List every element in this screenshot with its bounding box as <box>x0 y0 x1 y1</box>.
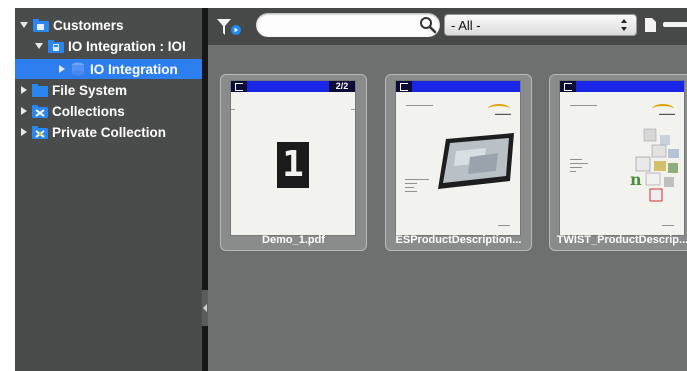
company-logo-icon: ▬▬▬▬ <box>659 111 675 116</box>
app-window: Customers IO Integration : IOI IO Integr… <box>15 8 687 371</box>
tree-item-label: Collections <box>52 103 125 119</box>
filter-dropdown-value: - All - <box>451 18 481 33</box>
search-icon[interactable] <box>419 16 437 34</box>
document-name: ESProductDescription... <box>395 234 522 246</box>
document-thumbnail: ▬▬▬▬▬▬▬▬▬ ▬▬▬▬ ▬▬▬▬ ▬▬▬▬▬▬ ▬▬▬▬ ▬▬ n ▬▬▬… <box>560 81 684 235</box>
search-input[interactable] <box>268 16 412 36</box>
updown-arrows-icon <box>621 19 627 31</box>
disclosure-collapsed-icon[interactable] <box>21 86 27 94</box>
tree-item-file-system[interactable]: File System <box>15 80 202 100</box>
document-thumbnail: 2/2 1 <box>231 81 355 235</box>
tree-item-customers[interactable]: Customers <box>15 15 202 35</box>
tree-item-io-integration[interactable]: IO Integration <box>15 59 202 79</box>
page-glyph: 1 <box>277 142 309 188</box>
tree-item-label: Customers <box>53 17 124 33</box>
svg-text:n: n <box>630 170 642 189</box>
database-icon <box>70 62 86 76</box>
company-logo-icon: ▬▬▬▬ <box>495 111 511 116</box>
page-text-block: ▬▬▬▬▬▬▬▬▬ <box>406 103 433 107</box>
document-tile[interactable]: 2/2 1 Demo_1.pdf <box>220 74 367 251</box>
page-footer: ▬▬▬▬ <box>498 223 510 227</box>
file-type-icon <box>560 81 576 92</box>
tree-item-label: File System <box>52 82 128 98</box>
thumbnail-header <box>396 81 520 92</box>
disclosure-expanded-icon[interactable] <box>20 22 28 28</box>
document-tile[interactable]: ▬▬▬▬▬▬▬▬▬ ▬▬▬▬ ▬▬▬▬ ▬▬▬▬▬▬ ▬▬▬▬ ▬▬ n ▬▬▬… <box>549 74 687 251</box>
page-text-block: ▬▬▬▬▬▬▬▬▬ <box>570 103 597 107</box>
tree-item-collections[interactable]: Collections <box>15 101 202 121</box>
collage-image-icon: n <box>630 128 679 202</box>
tree-item-io-integration-ioi[interactable]: IO Integration : IOI <box>15 36 202 56</box>
page-count-badge: 2/2 <box>329 81 355 92</box>
integration-folder-icon <box>48 39 64 53</box>
disclosure-collapsed-icon[interactable] <box>59 65 65 73</box>
document-name: Demo_1.pdf <box>262 234 325 246</box>
file-type-icon <box>396 81 412 92</box>
file-type-icon <box>231 81 247 92</box>
collections-folder-icon <box>32 104 48 118</box>
tree-item-label: IO Integration : IOI <box>68 38 186 54</box>
tree-item-private-collection[interactable]: Private Collection <box>15 122 202 142</box>
page-footer: ▬▬▬▬ <box>662 223 674 227</box>
document-thumbnail: ▬▬▬▬▬▬▬▬▬ ▬▬▬▬ ▬▬▬▬▬▬▬▬ ▬▬▬▬ ▬▬▬ ▬▬▬▬ ▬▬▬▬ <box>396 81 520 235</box>
content-area: - All - 2/2 1 Demo_1.pdf ▬▬▬▬▬▬▬▬▬ ▬▬▬▬ … <box>208 8 687 371</box>
thumbnail-header <box>560 81 684 92</box>
customers-folder-icon <box>33 18 49 32</box>
toolbar: - All - <box>208 8 687 45</box>
blue-folder-icon <box>32 83 48 97</box>
new-document-icon[interactable] <box>645 18 656 32</box>
filter-dropdown[interactable]: - All - <box>444 14 637 36</box>
disclosure-collapsed-icon[interactable] <box>21 107 27 115</box>
filter-button[interactable] <box>217 19 243 37</box>
minus-icon[interactable] <box>663 22 687 27</box>
document-tile[interactable]: ▬▬▬▬▬▬▬▬▬ ▬▬▬▬ ▬▬▬▬▬▬▬▬ ▬▬▬▬ ▬▬▬ ▬▬▬▬ ▬▬▬▬ … <box>385 74 532 251</box>
page-text-block: ▬▬▬▬ ▬▬▬▬▬▬ ▬▬▬▬ ▬▬ <box>570 157 588 173</box>
search-box[interactable] <box>256 13 440 37</box>
disclosure-collapsed-icon[interactable] <box>21 128 27 136</box>
funnel-icon <box>217 19 241 35</box>
sidebar-tree: Customers IO Integration : IOI IO Integr… <box>15 8 202 371</box>
private-collection-folder-icon <box>32 125 48 139</box>
tree-item-label: Private Collection <box>52 124 167 140</box>
document-name: TWIST_ProductDescrip... <box>556 234 687 246</box>
tree-item-label: IO Integration <box>90 61 178 77</box>
page-text-block: ▬▬▬▬▬▬▬▬ ▬▬▬▬ ▬▬▬ ▬▬▬▬ <box>405 177 429 193</box>
disclosure-expanded-icon[interactable] <box>35 43 43 49</box>
